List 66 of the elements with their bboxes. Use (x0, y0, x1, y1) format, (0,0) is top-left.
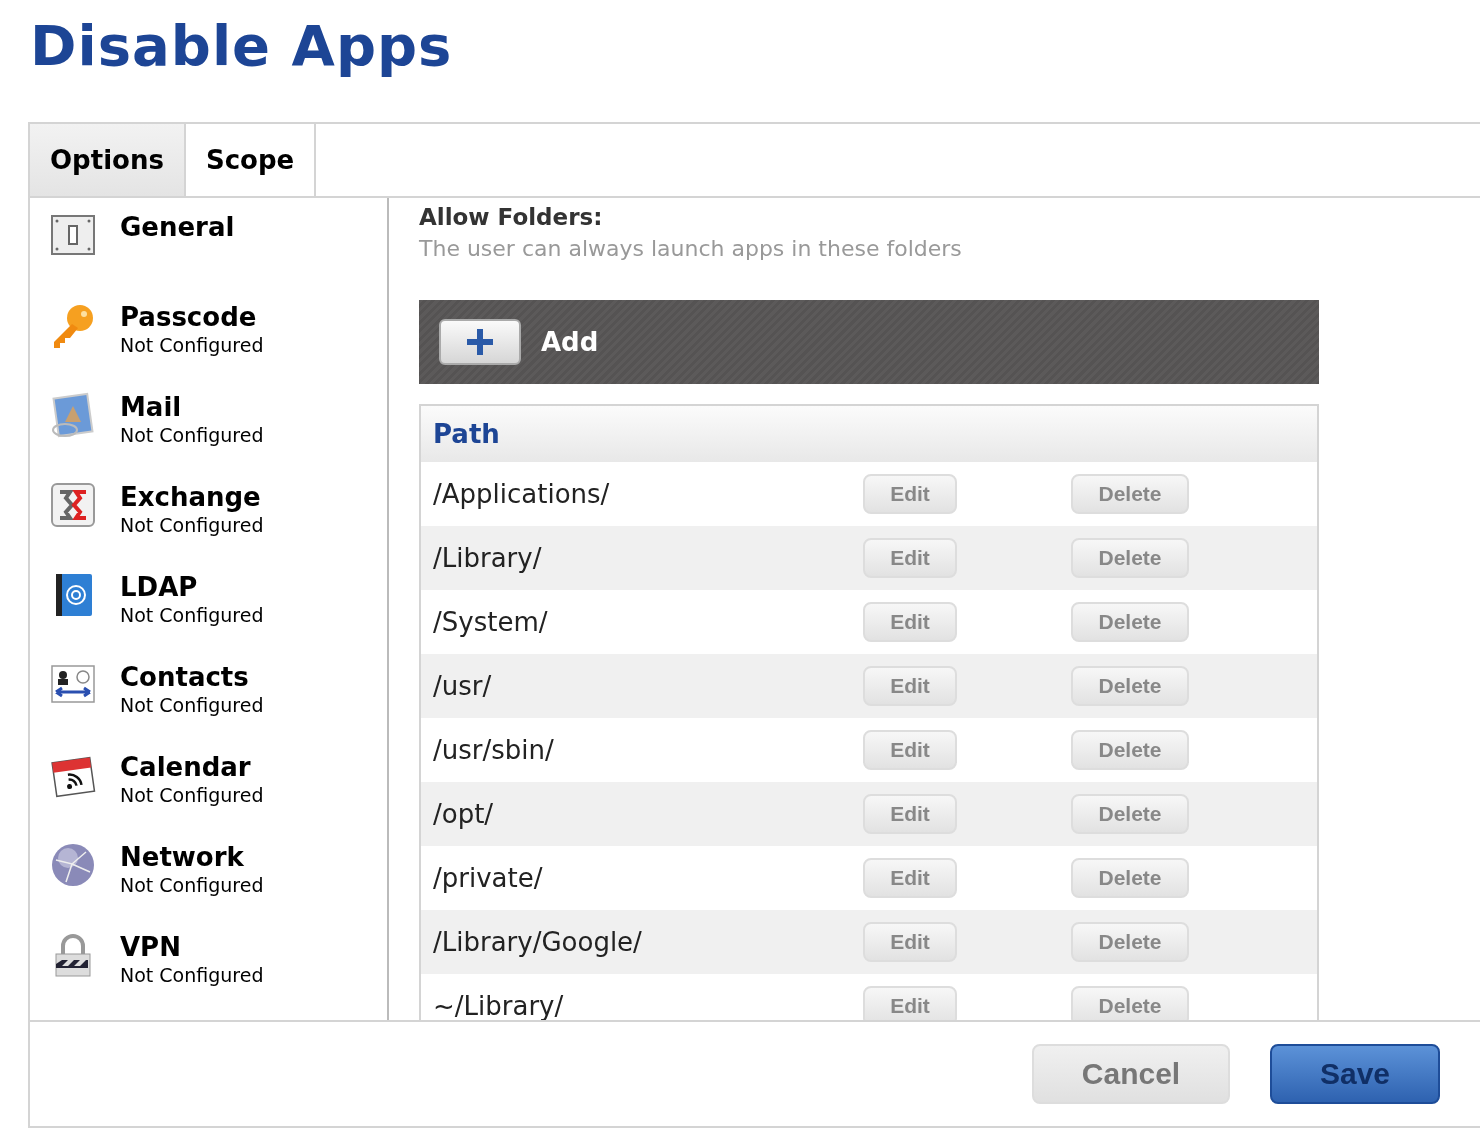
item-status: Not Configured (120, 693, 264, 718)
globe-icon (50, 842, 96, 888)
sidebar-item[interactable]: Calendar Not Configured (50, 752, 387, 810)
plus-icon (465, 327, 495, 357)
item-name: Calendar (120, 752, 252, 782)
item-status: Not Configured (120, 963, 264, 988)
sidebar-item[interactable]: Mail Not Configured (50, 392, 387, 450)
add-label: Add (541, 327, 599, 357)
section-description: The user can always launch apps in these folders (419, 235, 963, 263)
path-cell-text: /Library/Google/ (433, 927, 643, 957)
path-cell-text: ~/Library/ (433, 991, 565, 1020)
tab[interactable]: Options (30, 124, 186, 196)
sidebar-item[interactable]: Passcode Not Configured (50, 302, 387, 360)
item-status: Not Configured (120, 873, 264, 898)
delete-button[interactable]: Delete (1071, 794, 1189, 834)
edit-button[interactable]: Edit (863, 730, 957, 770)
delete-button[interactable]: Delete (1071, 666, 1189, 706)
path-cell-text: /Library/ (433, 543, 543, 573)
sidebar-item[interactable]: LDAP Not Configured (50, 572, 387, 630)
path-cell-text: /System/ (433, 607, 549, 637)
delete-button[interactable]: Delete (1071, 730, 1189, 770)
item-status: Not Configured (120, 783, 264, 808)
path-cell-text: /Applications/ (433, 479, 611, 509)
delete-button[interactable]: Delete (1071, 602, 1189, 642)
edit-button[interactable]: Edit (863, 794, 957, 834)
item-name: Passcode (120, 302, 258, 332)
path-cell-text: /usr/ (433, 671, 493, 701)
path-cell-text: /opt/ (433, 799, 495, 829)
delete-button[interactable]: Delete (1071, 986, 1189, 1020)
delete-button[interactable]: Delete (1071, 858, 1189, 898)
item-name: Mail (120, 392, 183, 422)
edit-button[interactable]: Edit (863, 474, 957, 514)
edit-button[interactable]: Edit (863, 986, 957, 1020)
add-button[interactable] (439, 319, 521, 365)
edit-button[interactable]: Edit (863, 602, 957, 642)
column-header: Path (433, 419, 500, 449)
switch-icon (50, 212, 96, 258)
cancel-button[interactable]: Cancel (1032, 1044, 1230, 1104)
edit-button[interactable]: Edit (863, 858, 957, 898)
delete-button[interactable]: Delete (1071, 538, 1189, 578)
page-title: Disable Apps (30, 12, 454, 80)
item-name: VPN (120, 932, 182, 962)
edit-button[interactable]: Edit (863, 538, 957, 578)
item-name: Exchange (120, 482, 262, 512)
path-cell-text: /usr/sbin/ (433, 735, 555, 765)
save-button[interactable]: Save (1270, 1044, 1440, 1104)
sidebar-item[interactable]: Exchange Not Configured (50, 482, 387, 540)
item-status: Not Configured (120, 423, 264, 448)
delete-button[interactable]: Delete (1071, 474, 1189, 514)
delete-button[interactable]: Delete (1071, 922, 1189, 962)
item-name: Network (120, 842, 245, 872)
item-name: Contacts (120, 662, 250, 692)
sidebar-item[interactable]: Network Not Configured (50, 842, 387, 900)
item-name: LDAP (120, 572, 199, 602)
edit-button[interactable]: Edit (863, 666, 957, 706)
item-status: Not Configured (120, 603, 264, 628)
sidebar-item[interactable]: General (50, 212, 387, 270)
edit-button[interactable]: Edit (863, 922, 957, 962)
section-title: Allow Folders: (419, 203, 604, 232)
item-status: Not Configured (120, 333, 264, 358)
path-cell-text: /private/ (433, 863, 544, 893)
sidebar-item[interactable]: Contacts Not Configured (50, 662, 387, 720)
exchange-icon (50, 482, 96, 528)
item-name: General (120, 212, 235, 242)
sidebar-item[interactable]: VPN Not Configured (50, 932, 387, 990)
item-status: Not Configured (120, 513, 264, 538)
